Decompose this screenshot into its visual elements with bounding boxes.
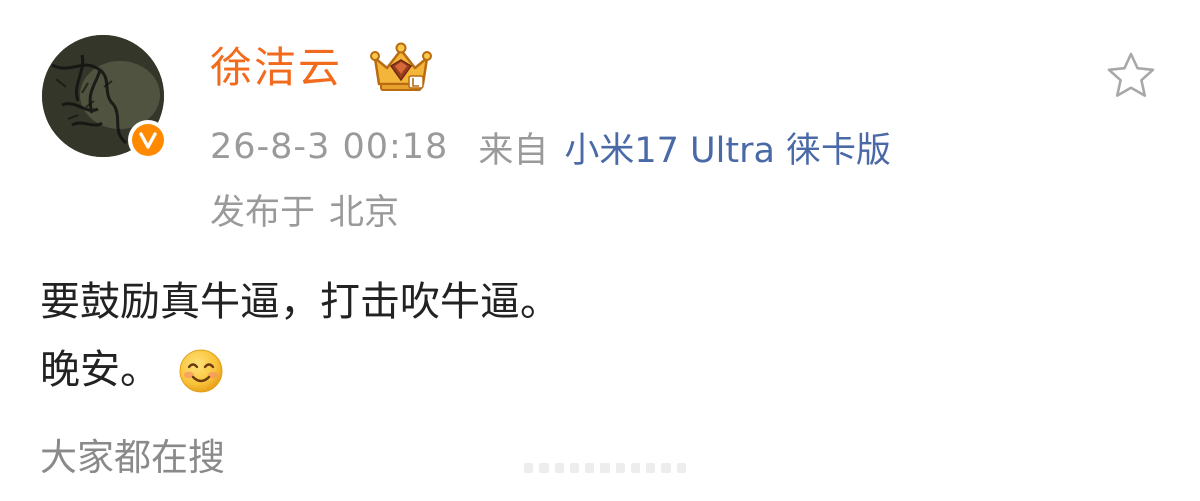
location-label: 发布于 (210, 192, 316, 233)
post-timestamp: 26-8-3 00:18 (210, 127, 449, 167)
post-text-line-2-row: 晚安。 (40, 336, 560, 404)
post-location: 发布于 北京 (210, 182, 399, 236)
post-body: 要鼓励真牛逼，打击吹牛逼。 晚安。 (40, 268, 560, 404)
location-value: 北京 (329, 192, 400, 233)
trending-search-label[interactable]: 大家都在搜 (40, 433, 225, 483)
loading-placeholder (524, 463, 686, 473)
crown-vip-icon[interactable] (369, 40, 433, 98)
smile-emoji-icon (178, 347, 224, 393)
verified-v-icon (128, 120, 168, 160)
weibo-post-card: 徐洁云 26-8-3 00:18 来自 小米17 Ultra 徕卡版 发布于 北… (0, 0, 1200, 501)
author-name[interactable]: 徐洁云 (210, 40, 342, 96)
star-outline-icon[interactable] (1103, 50, 1159, 102)
device-link[interactable]: 小米17 Ultra 徕卡版 (564, 122, 891, 173)
post-meta: 26-8-3 00:18 来自 小米17 Ultra 徕卡版 (210, 120, 891, 174)
post-text-line-1: 要鼓励真牛逼，打击吹牛逼。 (40, 279, 560, 325)
post-text-line-2: 晚安。 (40, 347, 160, 393)
source-label: 来自 (478, 130, 549, 171)
